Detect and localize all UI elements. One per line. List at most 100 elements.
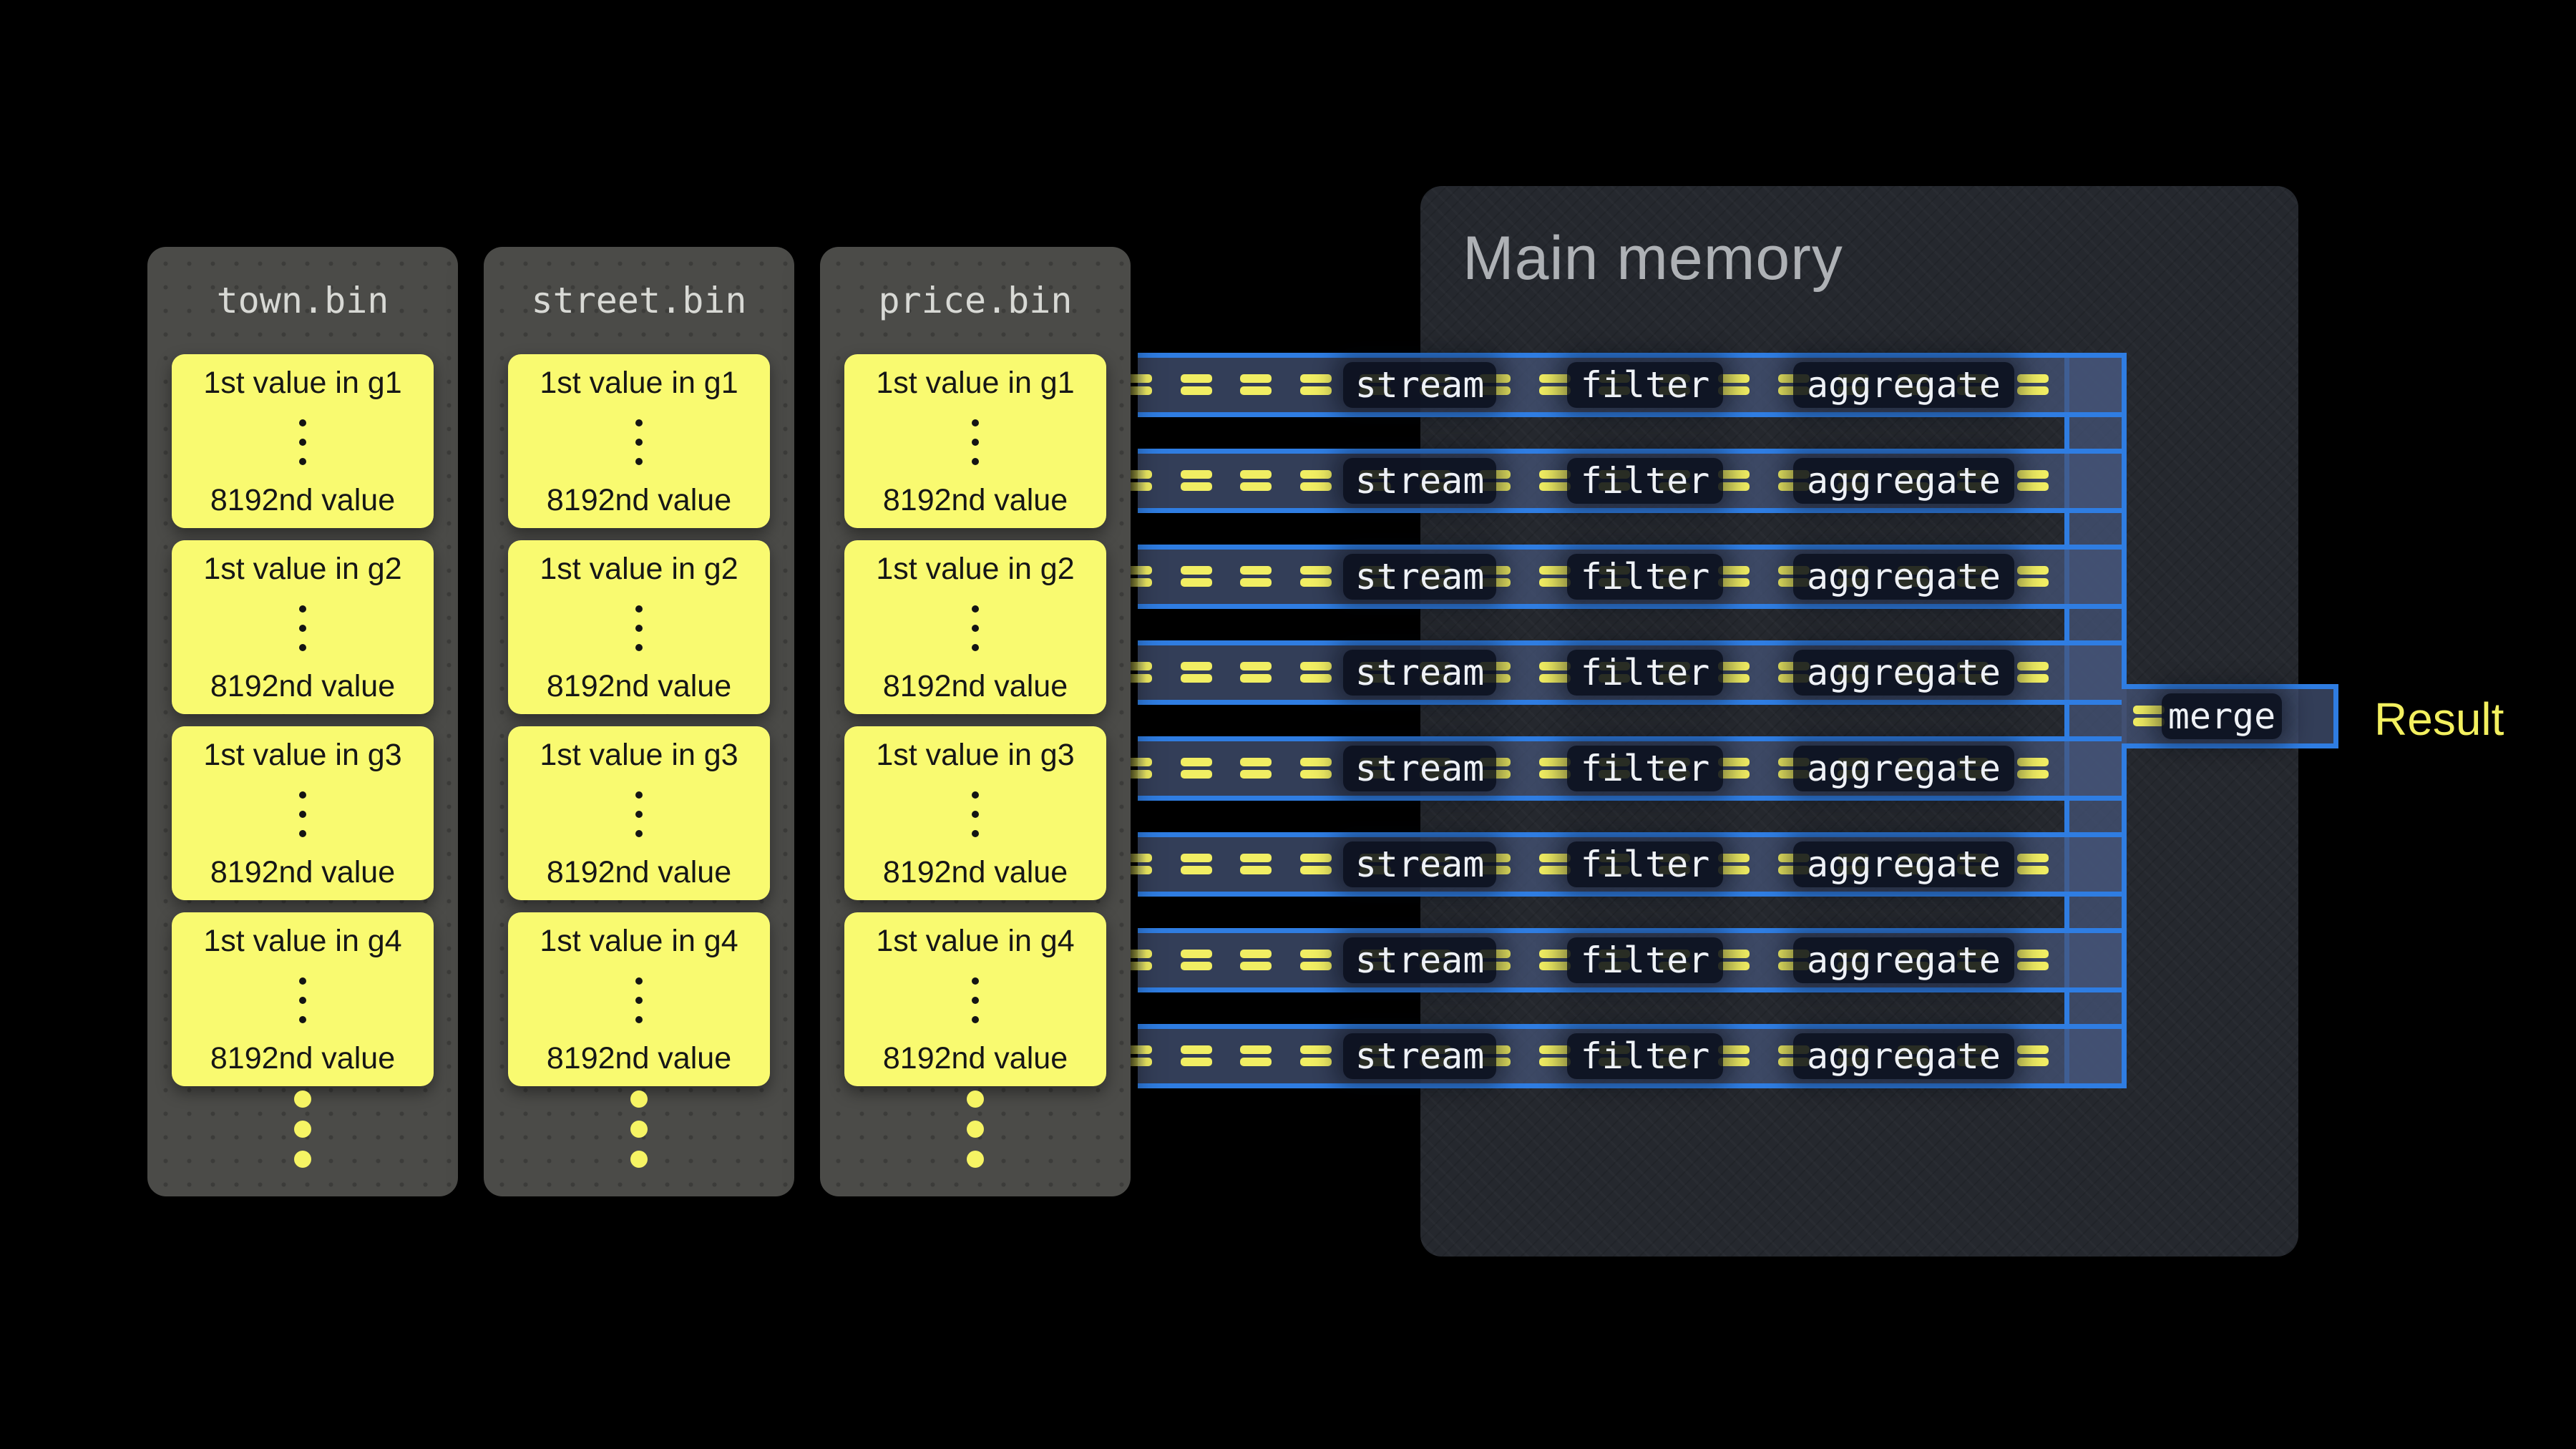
ellipsis-icon bbox=[635, 419, 643, 465]
first-value-label: 1st value in g4 bbox=[876, 925, 1074, 957]
stream-operator: stream bbox=[1343, 362, 1496, 408]
equals-chunk-icon bbox=[1240, 374, 1272, 395]
more-groups-ellipsis-icon bbox=[820, 1091, 1131, 1168]
last-value-label: 8192nd value bbox=[883, 670, 1068, 703]
pipeline-row: streamfilteraggregate bbox=[1138, 928, 2122, 992]
ellipsis-icon bbox=[299, 605, 306, 651]
pipeline-row: streamfilteraggregate bbox=[1138, 449, 2122, 513]
value-group-cell: 1st value in g1 8192nd value bbox=[172, 354, 434, 528]
file-name: price.bin bbox=[820, 247, 1131, 354]
equals-chunk-icon bbox=[1181, 566, 1212, 587]
equals-chunk-icon bbox=[1300, 854, 1332, 874]
equals-chunk-icon bbox=[1300, 662, 1332, 683]
merge-operator: merge bbox=[2162, 693, 2282, 739]
stream-operator: stream bbox=[1343, 937, 1496, 983]
aggregate-operator: aggregate bbox=[1793, 362, 2014, 408]
first-value-label: 1st value in g3 bbox=[876, 739, 1074, 771]
first-value-label: 1st value in g1 bbox=[540, 367, 738, 399]
equals-chunk-icon bbox=[1300, 1045, 1332, 1066]
last-value-label: 8192nd value bbox=[547, 1043, 731, 1075]
first-value-label: 1st value in g1 bbox=[203, 367, 401, 399]
filter-operator: filter bbox=[1567, 458, 1723, 504]
first-value-label: 1st value in g2 bbox=[876, 553, 1074, 585]
equals-chunk-icon bbox=[1539, 374, 1571, 395]
equals-chunk-icon bbox=[2017, 1045, 2049, 1066]
value-group-cell: 1st value in g48192nd value bbox=[172, 912, 434, 1086]
stream-operator: stream bbox=[1343, 1033, 1496, 1079]
ellipsis-icon bbox=[972, 605, 979, 651]
aggregate-operator: aggregate bbox=[1793, 841, 2014, 887]
bus-border-segment bbox=[2122, 353, 2127, 684]
filter-operator: filter bbox=[1567, 650, 1723, 696]
first-value-label: 1st value in g3 bbox=[203, 739, 401, 771]
more-groups-ellipsis-icon bbox=[484, 1091, 794, 1168]
value-group-cell: 1st value in g4 8192nd value bbox=[508, 912, 770, 1086]
last-value-label: 8192nd value bbox=[883, 857, 1068, 889]
equals-chunk-icon bbox=[2017, 374, 2049, 395]
last-value-label: 8192nd value bbox=[547, 670, 731, 703]
value-group-cell: 1st value in g1 8192nd value bbox=[844, 354, 1106, 528]
equals-chunk-icon bbox=[1539, 566, 1571, 587]
ellipsis-icon bbox=[972, 419, 979, 465]
last-value-label: 8192nd value bbox=[210, 670, 395, 703]
aggregate-operator: aggregate bbox=[1793, 1033, 2014, 1079]
pipeline-row: streamfilteraggregate bbox=[1138, 640, 2122, 705]
last-value-label: 8192nd value bbox=[883, 484, 1068, 517]
equals-chunk-icon bbox=[1539, 758, 1571, 779]
last-value-label: 8192nd value bbox=[547, 484, 731, 517]
pipeline-row: streamfilteraggregate bbox=[1138, 832, 2122, 897]
equals-chunk-icon bbox=[1240, 758, 1272, 779]
filter-operator: filter bbox=[1567, 554, 1723, 600]
filter-operator: filter bbox=[1567, 1033, 1723, 1079]
value-group-cell: 1st value in g2 8192nd value bbox=[844, 540, 1106, 714]
last-value-label: 8192nd value bbox=[210, 1043, 395, 1075]
file-column-price.bin: price.bin1st value in g18192nd value1st … bbox=[820, 247, 1131, 1196]
first-value-label: 1st value in g4 bbox=[540, 925, 738, 957]
equals-chunk-icon bbox=[1240, 1045, 1272, 1066]
value-group-cell: 1st value in g38192nd value bbox=[508, 726, 770, 900]
diagram-stage: Main memory stream filter aggregate stream f… bbox=[0, 0, 2576, 1449]
last-value-label: 8192nd value bbox=[210, 484, 395, 517]
ellipsis-icon bbox=[972, 977, 979, 1023]
bus-border-segment bbox=[2122, 748, 2127, 1088]
filter-operator: filter bbox=[1567, 841, 1723, 887]
aggregate-operator: aggregate bbox=[1793, 650, 2014, 696]
ellipsis-icon bbox=[635, 977, 643, 1023]
first-value-label: 1st value in g2 bbox=[203, 553, 401, 585]
stream-operator: stream bbox=[1343, 746, 1496, 791]
equals-chunk-icon bbox=[1300, 950, 1332, 970]
value-group-cell: 1st value in g2 8192nd value bbox=[172, 540, 434, 714]
equals-chunk-icon bbox=[1240, 950, 1272, 970]
value-group-cell: 1st value in g48192nd value bbox=[844, 912, 1106, 1086]
ellipsis-icon bbox=[635, 791, 643, 837]
aggregate-operator: aggregate bbox=[1793, 554, 2014, 600]
pipeline-row: streamfilteraggregate bbox=[1138, 736, 2122, 801]
value-group-cell: 1st value in g2 8192nd value bbox=[508, 540, 770, 714]
equals-chunk-icon bbox=[1181, 950, 1212, 970]
ellipsis-icon bbox=[299, 977, 306, 1023]
equals-chunk-icon bbox=[1240, 854, 1272, 874]
ellipsis-icon bbox=[635, 605, 643, 651]
more-groups-ellipsis-icon bbox=[147, 1091, 458, 1168]
aggregate-operator: aggregate bbox=[1793, 937, 2014, 983]
equals-chunk-icon bbox=[1181, 470, 1212, 491]
result-label: Result bbox=[2374, 693, 2504, 746]
ellipsis-icon bbox=[299, 791, 306, 837]
ellipsis-icon bbox=[972, 791, 979, 837]
pipeline-row: stream filter aggregate bbox=[1138, 353, 2122, 417]
filter-operator: filter bbox=[1567, 362, 1723, 408]
first-value-label: 1st value in g2 bbox=[540, 553, 738, 585]
first-value-label: 1st value in g1 bbox=[876, 367, 1074, 399]
equals-chunk-icon bbox=[2017, 470, 2049, 491]
main-memory-title: Main memory bbox=[1463, 223, 1843, 294]
equals-chunk-icon bbox=[1181, 758, 1212, 779]
equals-chunk-icon bbox=[1181, 662, 1212, 683]
first-value-label: 1st value in g3 bbox=[540, 739, 738, 771]
equals-chunk-icon bbox=[1300, 470, 1332, 491]
equals-chunk-icon bbox=[2017, 758, 2049, 779]
equals-chunk-icon bbox=[1539, 1045, 1571, 1066]
file-name: town.bin bbox=[147, 247, 458, 354]
stream-operator: stream bbox=[1343, 458, 1496, 504]
file-name: street.bin bbox=[484, 247, 794, 354]
equals-chunk-icon bbox=[1539, 662, 1571, 683]
